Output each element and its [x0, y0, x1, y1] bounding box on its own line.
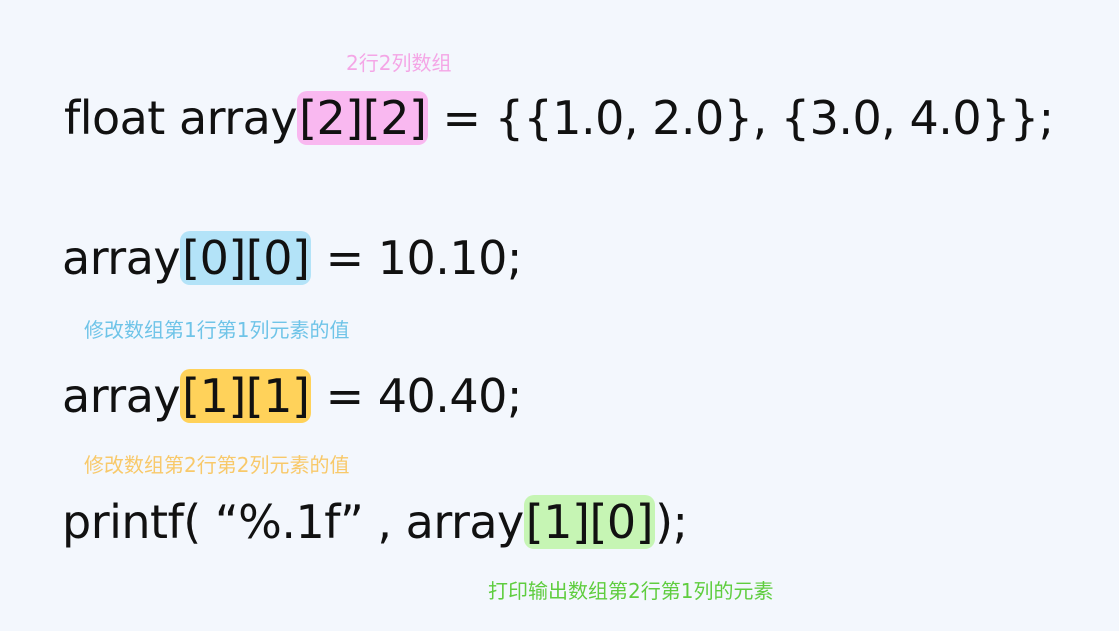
highlight-array-size: [2][2]: [297, 91, 429, 145]
code-line-assign-11: array[1][1] = 40.40;: [62, 364, 522, 428]
code-assign-00-prefix: array: [62, 231, 181, 285]
code-assign-00-value: = 10.10;: [311, 231, 523, 285]
code-assign-11-prefix: array: [62, 369, 181, 423]
code-line-assign-00: array[0][0] = 10.10;: [62, 226, 522, 290]
annotation-modify-00: 修改数组第1行第1列元素的值: [84, 318, 350, 342]
code-declaration-initializer: = {{1.0, 2.0}, {3.0, 4.0}};: [428, 91, 1055, 145]
code-declaration-prefix: float array: [64, 91, 298, 145]
code-line-declaration: float array[2][2] = {{1.0, 2.0}, {3.0, 4…: [64, 86, 1054, 150]
code-line-printf: printf( “%.1f” , array[1][0]);: [62, 490, 688, 554]
highlight-index-11: [1][1]: [180, 369, 312, 423]
highlight-index-10: [1][0]: [523, 495, 656, 549]
code-printf-suffix: );: [655, 495, 688, 549]
code-printf-prefix: printf( “%.1f” , array: [62, 495, 524, 549]
annotation-print-10: 打印输出数组第2行第1列的元素: [488, 579, 774, 603]
code-assign-11-value: = 40.40;: [311, 369, 523, 423]
highlight-index-00: [0][0]: [180, 231, 312, 285]
annotation-2x2-array: 2行2列数组: [346, 51, 452, 75]
annotation-modify-11: 修改数组第2行第2列元素的值: [84, 453, 350, 477]
